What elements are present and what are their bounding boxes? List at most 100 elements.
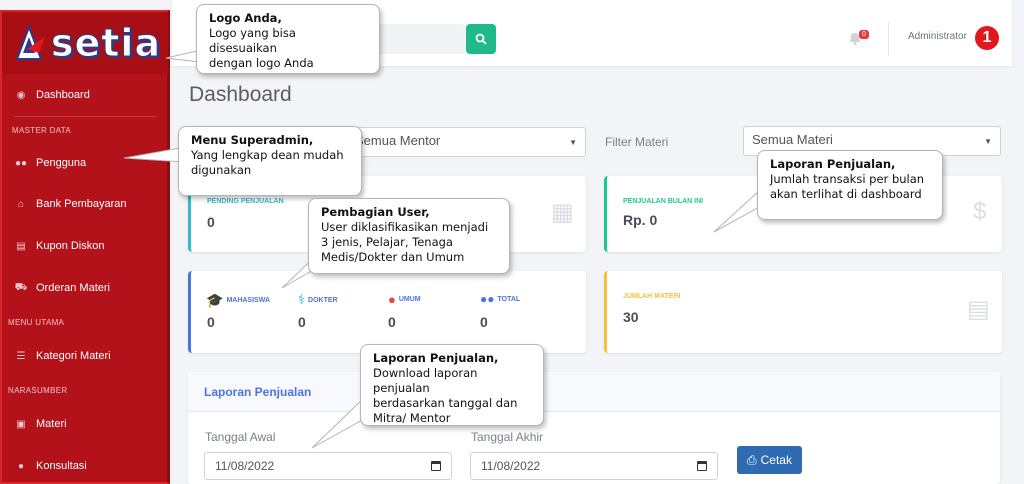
user-name[interactable]: Administrator	[908, 31, 967, 42]
report-title: Laporan Penjualan	[204, 385, 312, 399]
mentor-select-value: Semua Mentor	[355, 133, 441, 148]
sidebar-item-kategori[interactable]: ☰ Kategori Materi	[2, 335, 168, 377]
pending-value: 0	[207, 214, 215, 230]
end-date-label: Tanggal Akhir	[471, 430, 544, 444]
mahasiswa-label: MAHASISWA	[226, 297, 270, 304]
brand-logo[interactable]: setia	[2, 12, 168, 74]
pending-label: PENDING PENJUALAN	[207, 198, 284, 205]
report-header: Laporan Penjualan	[188, 372, 1000, 412]
page-title: Dashboard	[189, 83, 292, 106]
callout-users-line1: User diklasifikasikan menjadi	[321, 220, 489, 234]
total-value: 0	[480, 314, 488, 330]
sidebar-item-label: Kategori Materi	[36, 350, 111, 362]
mentor-select[interactable]: Semua Mentor ▼	[330, 127, 586, 157]
mahasiswa-value: 0	[207, 314, 215, 330]
sidebar-heading-narasumber: NARASUMBER	[8, 385, 68, 395]
dashboard-icon: ◉	[16, 89, 26, 101]
document-icon: ▤	[16, 240, 26, 252]
callout-menu-title: Menu Superadmin,	[191, 133, 314, 147]
doctor-icon: ⚕	[298, 292, 306, 307]
callout-menu-line1: Yang lengkap dean mudah	[191, 148, 344, 162]
umum-value: 0	[388, 314, 396, 330]
dokter-label: DOKTER	[308, 296, 338, 304]
search-button[interactable]	[466, 24, 496, 54]
callout-sales-line2: akan terlihat di dashboard	[770, 187, 922, 201]
callout-report-line2: berdasarkan tanggal dan	[373, 396, 518, 410]
sidebar-item-label: Kupon Diskon	[36, 240, 105, 252]
calendar-icon	[697, 461, 707, 471]
callout-users-line2: 3 jenis, Pelajar, Tenaga	[321, 235, 453, 249]
dollar-icon: $	[973, 198, 987, 225]
sidebar-heading-menu: MENU UTAMA	[8, 317, 65, 327]
sidebar-item-label: Pengguna	[36, 157, 87, 169]
sidebar: setia ◉ Dashboard MASTER DATA ●● Penggun…	[0, 10, 170, 484]
chevron-down-icon: ▼	[569, 138, 577, 147]
print-button[interactable]: ⎙ Cetak	[737, 446, 802, 474]
chevron-down-icon: ▼	[984, 137, 992, 146]
callout-report-title: Laporan Penjualan,	[373, 351, 499, 365]
callout-report-line1: Download laporan penjualan	[373, 366, 478, 395]
sidebar-item-label: Konsultasi	[36, 460, 87, 472]
calendar-icon: ▦	[551, 199, 574, 226]
callout-users: Pembagian User, User diklasifikasikan me…	[308, 198, 510, 274]
cart-icon: ⛟	[14, 281, 28, 293]
chat-icon: ●	[17, 460, 25, 472]
users-card	[188, 271, 586, 353]
logo-text: setia	[50, 21, 162, 66]
materi-select-value: Semua Materi	[752, 132, 833, 147]
umum-label: UMUM	[398, 296, 421, 303]
callout-logo-title: Logo Anda,	[209, 11, 282, 25]
sidebar-item-materi[interactable]: ▣ Materi	[2, 403, 168, 445]
callout-users-line3: Medis/Dokter dan Umum	[321, 250, 465, 264]
sidebar-item-label: Bank Pembayaran	[36, 198, 127, 210]
sales-month-label: PENJUALAN BULAN INI	[623, 198, 704, 205]
callout-sales-line1: Jumlah transaksi per bulan	[770, 172, 925, 186]
sidebar-item-dashboard[interactable]: ◉ Dashboard	[2, 74, 168, 116]
materi-count-label: JUMLAH MATERI	[623, 293, 681, 300]
sales-month-value: Rp. 0	[623, 212, 658, 228]
notification-badge: 0	[859, 30, 869, 39]
total-label: TOTAL	[497, 295, 521, 303]
app-root: setia ◉ Dashboard MASTER DATA ●● Penggun…	[0, 0, 1024, 484]
dokter-value: 0	[298, 314, 306, 330]
callout-sales-title: Laporan Penjualan,	[770, 157, 896, 171]
start-date-value: 11/08/2022	[215, 459, 275, 473]
start-date-label: Tanggal Awal	[205, 430, 276, 444]
end-date-input[interactable]: 11/08/2022	[470, 452, 718, 480]
sidebar-item-label: Materi	[36, 418, 67, 430]
callout-logo: Logo Anda, Logo yang bisa disesuaikan de…	[196, 4, 380, 74]
logo-mark-icon	[15, 24, 45, 60]
user-type-total: ●● TOTAL	[480, 292, 520, 306]
materi-count-value: 30	[623, 309, 639, 325]
step-number-badge: 1	[975, 26, 999, 50]
callout-logo-line1: Logo yang bisa disesuaikan	[209, 26, 296, 55]
sidebar-item-pengguna[interactable]: ●● Pengguna	[2, 143, 168, 183]
sidebar-nav: ◉ Dashboard MASTER DATA ●● Pengguna ⌂ Ba…	[2, 74, 168, 484]
start-date-input[interactable]: 11/08/2022	[204, 452, 452, 480]
callout-logo-line2: dengan logo Anda	[209, 56, 314, 70]
filter-materi-label: Filter Materi	[605, 135, 669, 149]
graduation-cap-icon: 🎓	[206, 292, 224, 308]
callout-report: Laporan Penjualan, Download laporan penj…	[360, 344, 544, 426]
sidebar-item-label: Orderan Materi	[36, 282, 110, 294]
user-type-dokter: ⚕ DOKTER	[298, 292, 338, 308]
list-icon: ☰	[16, 350, 26, 362]
printer-icon: ⎙	[747, 452, 757, 467]
callout-users-title: Pembagian User,	[321, 205, 430, 219]
sidebar-item-bank[interactable]: ⌂ Bank Pembayaran	[2, 183, 168, 225]
callout-menu: Menu Superadmin, Yang lengkap dean mudah…	[178, 126, 362, 196]
bank-icon: ⌂	[17, 198, 25, 210]
search-icon	[475, 33, 487, 45]
sidebar-item-konsultasi[interactable]: ● Konsultasi	[2, 445, 168, 484]
sidebar-item-kupon[interactable]: ▤ Kupon Diskon	[2, 225, 168, 267]
callout-sales: Laporan Penjualan, Jumlah transaksi per …	[757, 150, 943, 220]
callout-report-line3: Mitra/ Mentor	[373, 411, 451, 425]
book-icon: ▤	[967, 296, 990, 323]
sidebar-item-label: Dashboard	[36, 89, 90, 101]
user-icon: ●	[388, 292, 396, 307]
sidebar-item-orderan[interactable]: ⛟ Orderan Materi	[2, 267, 168, 309]
calendar-icon	[431, 461, 441, 471]
topbar-divider	[888, 22, 889, 56]
print-label: Cetak	[760, 453, 792, 467]
materi-count-card: JUMLAH MATERI 30 ▤	[604, 271, 1002, 353]
